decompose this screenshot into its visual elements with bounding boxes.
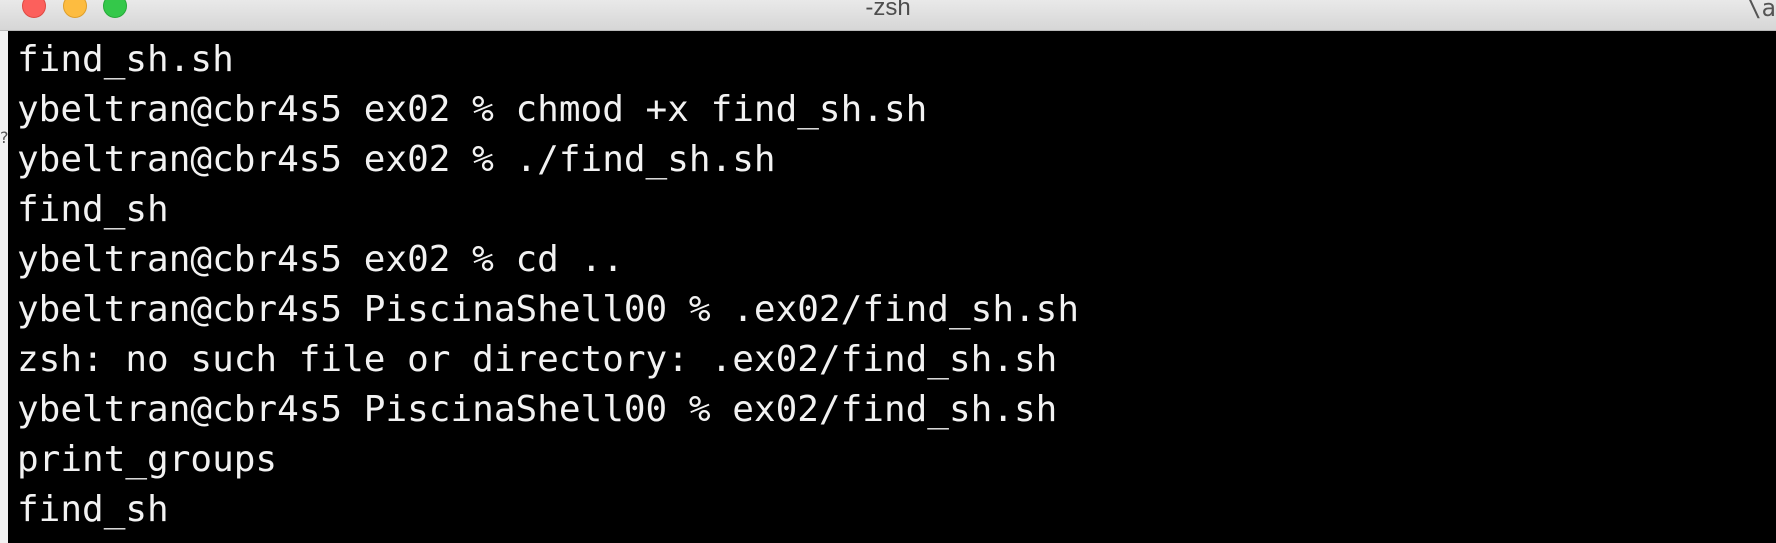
terminal-line: print_groups (17, 439, 278, 480)
title-bar[interactable]: -zsh \a (0, 0, 1776, 31)
terminal-line: zsh: no such file or directory: .ex02/fi… (17, 339, 1058, 380)
terminal-lines: find_sh.sh ybeltran@cbr4s5 ex02 % chmod … (17, 35, 1079, 535)
terminal-line: ybeltran@cbr4s5 PiscinaShell00 % .ex02/f… (17, 289, 1080, 330)
background-window-edge (0, 31, 8, 543)
title-bar-edge-glyph: \a (1747, 0, 1776, 22)
terminal-window: -zsh \a ? find_sh.sh ybeltran@cbr4s5 ex0… (0, 0, 1776, 543)
terminal-line: find_sh (17, 489, 169, 530)
terminal-line: ybeltran@cbr4s5 ex02 % cd .. (17, 239, 624, 280)
terminal-line: ybeltran@cbr4s5 ex02 % ./find_sh.sh (17, 139, 776, 180)
terminal-line: ybeltran@cbr4s5 PiscinaShell00 % ex02/fi… (17, 389, 1058, 430)
terminal-line: find_sh.sh (17, 39, 234, 80)
terminal-line: find_sh (17, 189, 169, 230)
terminal-output-area[interactable]: find_sh.sh ybeltran@cbr4s5 ex02 % chmod … (8, 31, 1776, 543)
terminal-line: ybeltran@cbr4s5 ex02 % chmod +x find_sh.… (17, 89, 928, 130)
window-title: -zsh (865, 0, 911, 21)
